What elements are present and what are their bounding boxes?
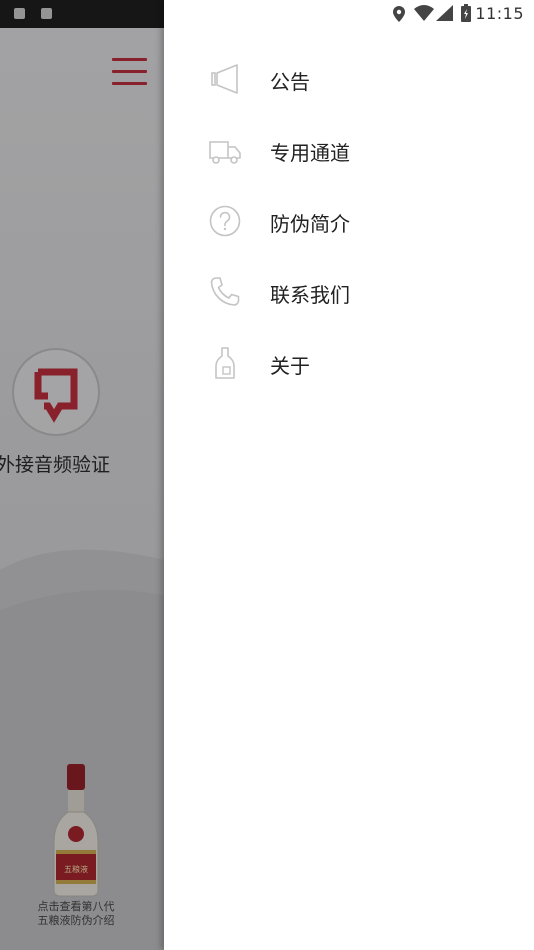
drawer-item-label: 防伪简介 <box>270 212 350 236</box>
drawer-item-contact-us[interactable]: 联系我们 <box>164 261 534 321</box>
drawer-item-label: 关于 <box>270 354 310 378</box>
drawer-item-dedicated-channel[interactable]: 专用通道 <box>164 119 534 179</box>
drawer-item-label: 专用通道 <box>270 141 350 165</box>
drawer-item-announcement[interactable]: 公告 <box>164 48 534 108</box>
drawer-scrim[interactable] <box>0 0 164 950</box>
background-app: 外接音频验证 五粮液 点击查看第八代 五粮液防伪介绍 <box>0 0 164 950</box>
status-bar: 11:15 <box>164 0 534 28</box>
truck-icon <box>209 141 241 164</box>
drawer-item-about[interactable]: 关于 <box>164 332 534 392</box>
megaphone-icon <box>211 64 238 94</box>
drawer-item-label: 公告 <box>270 70 310 94</box>
drawer-item-anti-counterfeit-intro[interactable]: 防伪简介 <box>164 190 534 250</box>
location-icon <box>393 6 405 22</box>
navigation-drawer: 11:15 公告 专用通道 防伪简介 联系我们 关于 <box>164 0 534 950</box>
status-time: 11:15 <box>475 4 524 23</box>
wifi-icon <box>414 5 434 21</box>
cell-signal-icon <box>436 5 453 21</box>
bottle-icon <box>215 347 235 379</box>
help-circle-icon <box>209 205 241 237</box>
phone-icon <box>210 277 240 306</box>
drawer-item-label: 联系我们 <box>270 283 350 307</box>
battery-icon <box>461 4 471 22</box>
